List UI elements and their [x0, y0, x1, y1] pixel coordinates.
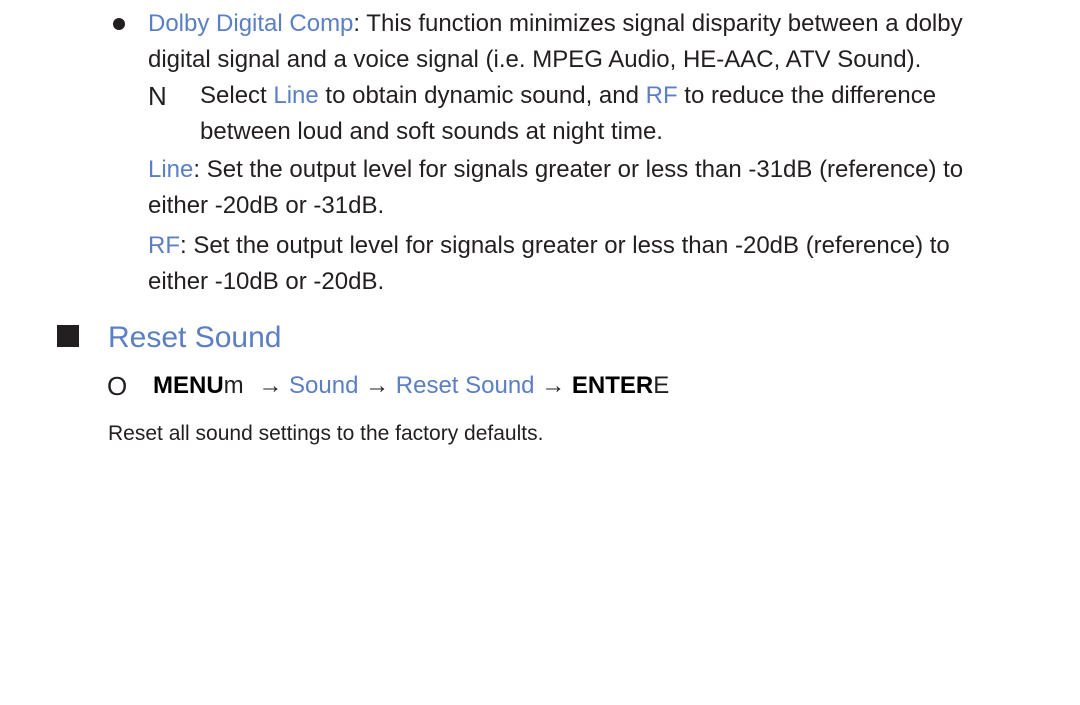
line-description-text-line2: either -20dB or -31dB. — [148, 192, 385, 219]
note-text-b: to obtain dynamic sound, and — [318, 82, 646, 109]
menu-path-enter: ENTER — [571, 372, 654, 399]
menu-path-sound: Sound — [289, 372, 359, 399]
line-description-text: : Set the output level for signals great… — [193, 156, 964, 183]
dolby-digital-comp-text: : This function minimizes signal dispari… — [353, 10, 963, 37]
enter-button-glyph: E — [653, 372, 670, 399]
note-paragraph: Select Line to obtain dynamic sound, and… — [200, 78, 936, 150]
note-text-c: to reduce the difference — [677, 82, 937, 109]
rf-description-text-line2: either -10dB or -20dB. — [148, 268, 385, 295]
section-description: Reset all sound settings to the factory … — [108, 422, 544, 445]
note-term-line: Line — [273, 82, 319, 109]
menu-button-glyph: m — [223, 372, 244, 399]
menu-path-icon: O — [107, 371, 128, 401]
rf-description-paragraph: RF: Set the output level for signals gre… — [148, 228, 950, 300]
note-text-line2: between loud and soft sounds at night ti… — [200, 118, 663, 145]
menu-path-arrow: → — [358, 372, 396, 399]
bullet-icon — [113, 18, 125, 30]
section-square-icon — [57, 325, 79, 347]
note-term-rf: RF — [645, 82, 678, 109]
dolby-digital-comp-paragraph: Dolby Digital Comp: This function minimi… — [148, 6, 963, 78]
menu-path: MENUm → Sound → Reset Sound → ENTERE — [153, 368, 669, 404]
rf-term: RF — [148, 232, 180, 259]
menu-path-arrow: → — [251, 372, 290, 399]
rf-description-text: : Set the output level for signals great… — [180, 232, 950, 259]
menu-path-arrow: → — [534, 372, 572, 399]
note-text-a: Select — [200, 82, 274, 109]
note-icon: N — [148, 81, 167, 111]
menu-path-menu: MENU — [153, 372, 224, 399]
section-title: Reset Sound — [108, 321, 282, 354]
menu-path-reset-sound: Reset Sound — [395, 372, 535, 399]
line-description-paragraph: Line: Set the output level for signals g… — [148, 152, 963, 224]
dolby-digital-comp-term: Dolby Digital Comp — [148, 10, 354, 37]
line-term: Line — [148, 156, 194, 183]
dolby-digital-comp-text-line2: digital signal and a voice signal (i.e. … — [148, 46, 922, 73]
